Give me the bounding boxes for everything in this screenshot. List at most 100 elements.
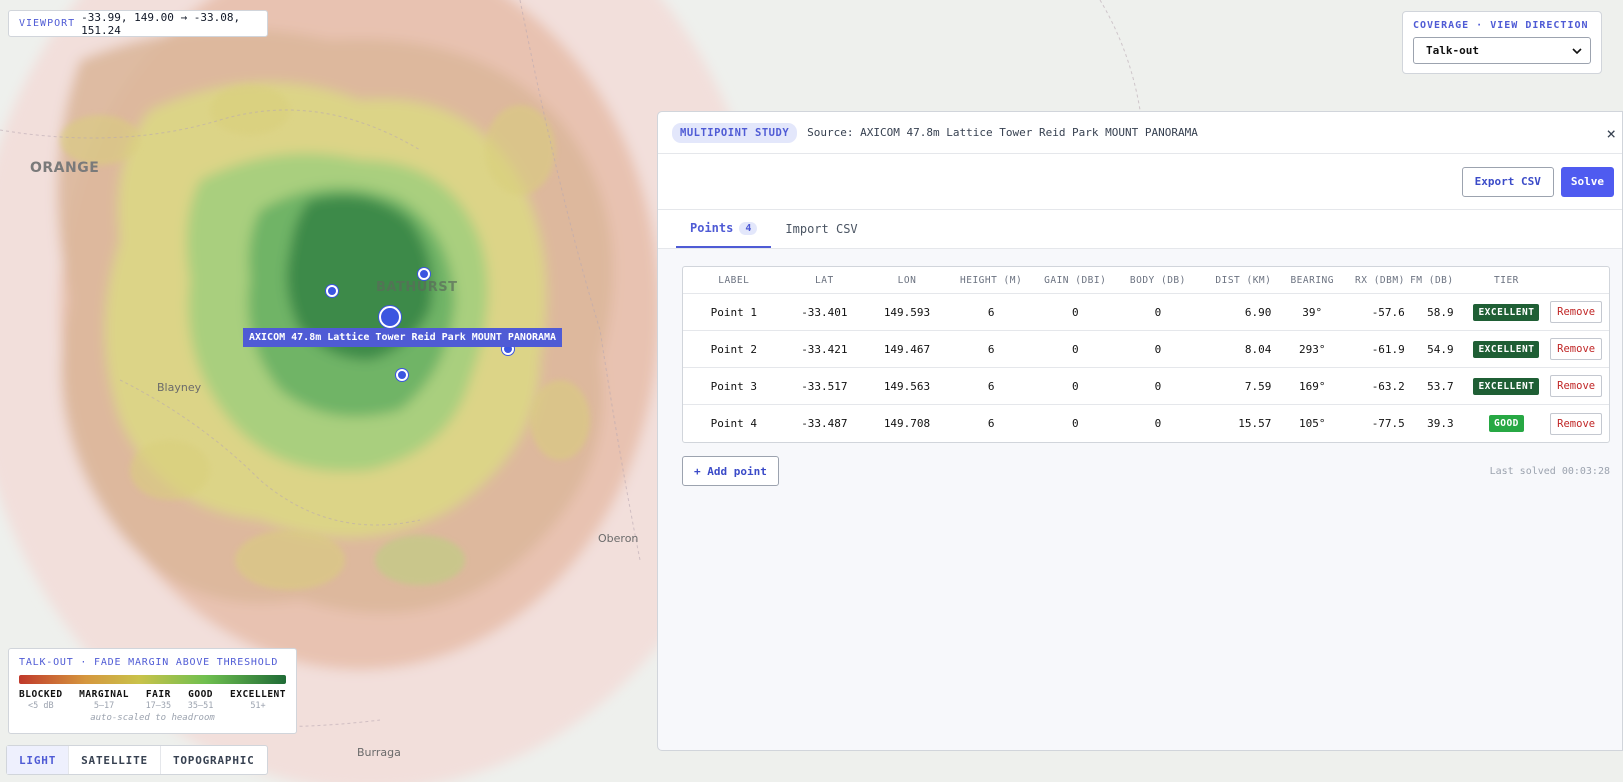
table-row: Point 1 -33.401 149.593 6 0 0 6.90 39° -57.6 58.9… [683, 294, 1609, 331]
remove-button[interactable]: Remove [1550, 301, 1603, 323]
col-lon: LON [897, 274, 917, 286]
map-point-1-marker[interactable] [418, 268, 430, 280]
legend-footnote: auto-scaled to headroom [90, 713, 215, 723]
remove-button[interactable]: Remove [1550, 375, 1603, 397]
cell-gain: 0 [1071, 342, 1079, 356]
col-gain: GAIN (DBI) [1044, 274, 1107, 286]
close-icon[interactable]: × [1606, 124, 1616, 143]
cell-bearing: 39° [1302, 305, 1323, 319]
cell-tier: EXCELLENT [1470, 377, 1544, 395]
col-tier: TIER [1494, 274, 1519, 286]
cell-lon: 149.467 [883, 342, 931, 356]
viewport-readout: VIEWPORT -33.99, 149.00 → -33.08, 151.24 [8, 10, 268, 37]
legend-gradient [19, 675, 286, 684]
cell-rx: -57.6 [1371, 305, 1405, 319]
cell-rx: -77.5 [1371, 417, 1405, 430]
cell-height: 6 [987, 379, 995, 393]
tier-badge: EXCELLENT [1473, 303, 1540, 321]
col-body: BODY (DB) [1129, 274, 1186, 286]
remove-button[interactable]: Remove [1550, 338, 1603, 360]
points-count-badge: 4 [739, 221, 758, 235]
cell-bearing: 293° [1298, 342, 1326, 356]
cell-actions: Remove [1543, 338, 1609, 360]
cell-height: 6 [987, 342, 995, 356]
cell-label: Point 2 [710, 342, 757, 356]
panel-actions: Export CSV Solve [658, 154, 1622, 210]
basemap-light-button[interactable]: LIGHT [7, 746, 70, 774]
basemap-topographic-button[interactable]: TOPOGRAPHIC [161, 746, 267, 774]
col-dist: DIST (KM) [1215, 274, 1272, 286]
coverage-title: COVERAGE · VIEW DIRECTION [1413, 20, 1589, 31]
cell-fm: 58.9 [1427, 305, 1454, 319]
basemap-satellite-button[interactable]: SATELLITE [69, 746, 161, 774]
map-point-2-marker[interactable] [326, 285, 338, 297]
cell-bearing: 105° [1298, 417, 1326, 430]
table-row: Point 2 -33.421 149.467 6 0 0 8.04 293° -61.9 54.… [683, 331, 1609, 368]
cell-dist: 15.57 [1238, 417, 1272, 430]
cell-body: 0 [1154, 417, 1162, 430]
basemap-switcher: LIGHT SATELLITE TOPOGRAPHIC [6, 745, 268, 775]
viewport-label: VIEWPORT [19, 18, 76, 29]
table-row: Point 3 -33.517 149.563 6 0 0 7.59 169° -63.2 53.… [683, 368, 1609, 405]
panel-tabs: Points 4 Import CSV [658, 210, 1622, 249]
map-point-3-marker[interactable] [396, 369, 408, 381]
cell-fm: 54.9 [1427, 342, 1454, 356]
table-header: LABEL LAT LON HEIGHT (M) GAIN (DBI) BODY… [683, 267, 1609, 294]
tier-badge: EXCELLENT [1473, 340, 1540, 358]
chevron-down-icon [1572, 47, 1582, 54]
cell-bearing: 169° [1298, 379, 1326, 393]
transmitter-marker[interactable] [379, 306, 401, 328]
multipoint-study-panel: MULTIPOINT STUDY Source: AXICOM 47.8m La… [657, 111, 1623, 751]
cell-dist: 6.90 [1244, 305, 1272, 319]
cell-actions: Remove [1543, 412, 1609, 435]
legend-tier-excellent: EXCELLENT 51+ [230, 689, 286, 711]
view-direction-select[interactable]: Talk-out [1413, 37, 1591, 64]
cell-gain: 0 [1071, 417, 1079, 430]
tab-points[interactable]: Points 4 [676, 210, 772, 248]
cell-lat: -33.517 [801, 379, 848, 393]
add-point-button[interactable]: + Add point [682, 456, 779, 486]
cell-fm: 53.7 [1427, 379, 1454, 393]
cell-label: Point 3 [710, 379, 757, 393]
cell-lon: 149.593 [883, 305, 931, 319]
source-text: Source: AXICOM 47.8m Lattice Tower Reid … [807, 126, 1198, 139]
solve-button[interactable]: Solve [1560, 166, 1614, 197]
col-height: HEIGHT (M) [960, 274, 1023, 286]
cell-label: Point 4 [710, 417, 757, 430]
place-blayney: Blayney [157, 381, 202, 394]
tier-badge: GOOD [1489, 415, 1524, 432]
fade-margin-legend: TALK-OUT · FADE MARGIN ABOVE THRESHOLD B… [8, 648, 297, 734]
cell-dist: 7.59 [1244, 379, 1272, 393]
view-direction-value: Talk-out [1426, 44, 1479, 57]
cell-lat: -33.401 [801, 305, 848, 319]
cell-label: Point 1 [710, 305, 757, 319]
remove-button[interactable]: Remove [1550, 412, 1603, 435]
panel-header: MULTIPOINT STUDY Source: AXICOM 47.8m La… [658, 112, 1622, 154]
cell-height: 6 [987, 305, 995, 319]
legend-tier-blocked: BLOCKED <5 dB [19, 689, 63, 711]
cell-body: 0 [1154, 342, 1162, 356]
cell-body: 0 [1154, 379, 1162, 393]
cell-lon: 149.563 [883, 379, 931, 393]
place-oberon: Oberon [598, 532, 639, 545]
export-csv-button[interactable]: Export CSV [1461, 166, 1554, 197]
viewport-value: -33.99, 149.00 → -33.08, 151.24 [81, 10, 241, 37]
cell-rx: -61.9 [1371, 342, 1405, 356]
cell-gain: 0 [1071, 305, 1079, 319]
cell-fm: 39.3 [1427, 417, 1454, 430]
tab-points-label: Points [690, 221, 734, 235]
coverage-panel: COVERAGE · VIEW DIRECTION Talk-out [1402, 11, 1602, 74]
cell-body: 0 [1154, 305, 1162, 319]
legend-tier-good: GOOD 35–51 [187, 689, 214, 711]
points-table: LABEL LAT LON HEIGHT (M) GAIN (DBI) BODY… [682, 266, 1610, 443]
table-row: Point 4 -33.487 149.708 6 0 0 15.57 105° -77.5 39… [683, 405, 1609, 442]
cell-height: 6 [987, 417, 995, 430]
transmitter-label: AXICOM 47.8m Lattice Tower Reid Park MOU… [243, 328, 563, 347]
cell-tier: EXCELLENT [1470, 340, 1544, 358]
cell-dist: 8.04 [1244, 342, 1272, 356]
place-orange: ORANGE [30, 160, 100, 176]
legend-title: TALK-OUT · FADE MARGIN ABOVE THRESHOLD [19, 657, 279, 668]
study-badge: MULTIPOINT STUDY [672, 122, 798, 143]
place-burraga: Burraga [357, 746, 401, 759]
tab-import-csv[interactable]: Import CSV [771, 210, 871, 248]
